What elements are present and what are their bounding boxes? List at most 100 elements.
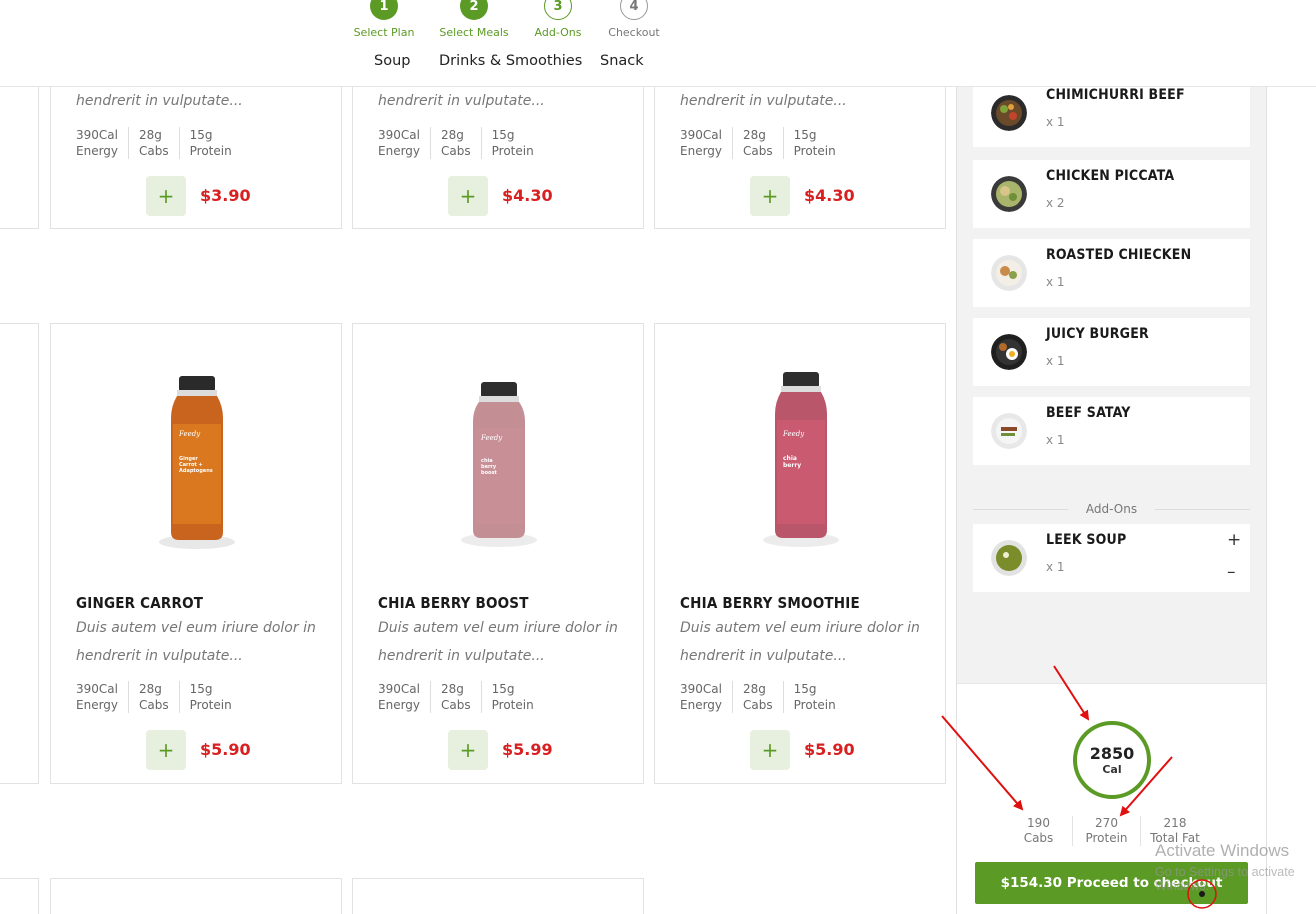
product-description: hendrerit in vulputate... — [680, 93, 847, 109]
cart-item-qty: x 1 — [1046, 115, 1065, 129]
soup-thumbnail-icon — [991, 540, 1027, 576]
page-root: 1 Select Plan 2 Select Meals 3 Add-Ons 4… — [0, 0, 1316, 914]
nutrition-protein: 15g Protein — [491, 128, 534, 158]
step-label: Select Plan — [353, 26, 415, 39]
addon-item[interactable]: LEEK SOUP x 1 + – — [973, 524, 1250, 592]
cart-item[interactable]: CHICKEN PICCATA x 2 — [973, 160, 1250, 228]
svg-text:Feedy: Feedy — [178, 430, 201, 438]
cart-item[interactable]: BEEF SATAY x 1 — [973, 397, 1250, 465]
divider-line — [1155, 509, 1250, 510]
product-description: hendrerit in vulputate... — [76, 93, 243, 109]
svg-text:Feedy: Feedy — [480, 434, 503, 442]
nutrition-info: 390Cal Energy 28g Cabs 15g Protein — [76, 681, 252, 713]
calorie-ring: 2850 Cal — [1073, 721, 1151, 799]
product-card — [50, 878, 342, 914]
nutrition-carbs: 28g Cabs — [139, 127, 180, 159]
nutrition-protein: 15g Protein — [189, 128, 232, 158]
add-to-cart-button[interactable]: + — [448, 176, 488, 216]
meal-thumbnail-icon — [991, 255, 1027, 291]
product-card-partial — [0, 323, 39, 784]
product-price: $4.30 — [804, 186, 855, 205]
nutrition-protein: 15g Protein — [491, 682, 534, 712]
cart-item-name: JUICY BURGER — [1046, 326, 1149, 342]
svg-text:berry: berry — [783, 462, 801, 469]
meal-thumbnail-icon — [991, 95, 1027, 131]
svg-text:Feedy: Feedy — [782, 430, 805, 438]
step-number: 2 — [460, 0, 488, 20]
cart-item[interactable]: ROASTED CHIECKEN x 1 — [973, 239, 1250, 307]
nutrition-carbs: 28g Cabs — [441, 681, 482, 713]
addons-divider: Add-Ons — [973, 501, 1250, 519]
product-card-ginger-carrot: Feedy Ginger Carrot + Adaptogens GINGER … — [50, 323, 342, 784]
category-tab-snack[interactable]: Snack — [600, 53, 644, 69]
chia-berry-smoothie-bottle-image: Feedy chia berry — [763, 372, 839, 547]
nutrition-info: 390Cal Energy 28g Cabs 15g Protein — [680, 127, 856, 159]
cart-item-name: CHIMICHURRI BEEF — [1046, 87, 1185, 103]
product-card — [352, 878, 644, 914]
product-card: hendrerit in vulputate... 390Cal Energy 2… — [50, 70, 342, 229]
calorie-unit: Cal — [1102, 762, 1122, 776]
add-to-cart-button[interactable]: + — [750, 730, 790, 770]
nutrition-info: 390Cal Energy 28g Cabs 15g Protein — [76, 127, 252, 159]
cart-item-qty: x 1 — [1046, 433, 1065, 447]
product-price: $3.90 — [200, 186, 251, 205]
nutrition-info: 390Cal Energy 28g Cabs 15g Protein — [680, 681, 856, 713]
product-price: $4.30 — [502, 186, 553, 205]
decrease-qty-button[interactable]: – — [1227, 562, 1236, 582]
addon-item-qty: x 1 — [1046, 560, 1065, 574]
step-label: Checkout — [608, 26, 660, 39]
nutrition-energy: 390Cal Energy — [378, 681, 432, 713]
cart-item-qty: x 1 — [1046, 354, 1065, 368]
nutrition-carbs: 28g Cabs — [441, 127, 482, 159]
nutrition-info: 390Cal Energy 28g Cabs 15g Protein — [378, 681, 554, 713]
nutrition-energy: 390Cal Energy — [76, 127, 130, 159]
add-to-cart-button[interactable]: + — [750, 176, 790, 216]
ginger-carrot-bottle-image: Feedy Ginger Carrot + Adaptogens — [159, 376, 235, 549]
nutrition-protein: 15g Protein — [189, 682, 232, 712]
nutrition-protein: 15g Protein — [793, 682, 836, 712]
product-description: Duis autem vel eum iriure dolor in hendr… — [76, 620, 316, 664]
category-tab-drinks-smoothies[interactable]: Drinks & Smoothies — [439, 53, 582, 69]
cart-item-name: ROASTED CHIECKEN — [1046, 247, 1192, 263]
add-to-cart-button[interactable]: + — [146, 176, 186, 216]
product-price: $5.90 — [200, 740, 251, 759]
activate-windows-watermark: Activate Windows — [1155, 841, 1290, 860]
meal-thumbnail-icon — [991, 413, 1027, 449]
product-price: $5.90 — [804, 740, 855, 759]
product-card-chia-berry-boost: Feedy chia berry boost CHIA BERRY BOOST … — [352, 323, 644, 784]
nutrition-energy: 390Cal Energy — [76, 681, 130, 713]
product-name: GINGER CARROT — [76, 594, 204, 612]
cart-item-qty: x 2 — [1046, 196, 1065, 210]
step-label: Select Meals — [439, 26, 509, 39]
cart-item[interactable]: CHIMICHURRI BEEF x 1 — [973, 79, 1250, 147]
nutrition-energy: 390Cal Energy — [378, 127, 432, 159]
meal-thumbnail-icon — [991, 176, 1027, 212]
nutrition-carbs: 28g Cabs — [743, 681, 784, 713]
svg-text:Adaptogens: Adaptogens — [179, 468, 213, 474]
cart-item-name: BEEF SATAY — [1046, 405, 1131, 421]
svg-text:boost: boost — [481, 470, 497, 476]
add-to-cart-button[interactable]: + — [448, 730, 488, 770]
category-tab-soup[interactable]: Soup — [374, 53, 410, 69]
nutrition-energy: 390Cal Energy — [680, 127, 734, 159]
total-calories: 2850 — [1089, 743, 1135, 763]
product-card-chia-berry-smoothie: Feedy chia berry CHIA BERRY SMOOTHIE Dui… — [654, 323, 946, 784]
product-name: CHIA BERRY SMOOTHIE — [680, 594, 860, 612]
chia-berry-boost-bottle-image: Feedy chia berry boost — [461, 382, 537, 547]
increase-qty-button[interactable]: + — [1227, 530, 1241, 550]
add-to-cart-button[interactable]: + — [146, 730, 186, 770]
step-select-plan[interactable]: 1 Select Plan — [339, 0, 429, 39]
nutrition-protein: 15g Protein — [793, 128, 836, 158]
cart-item[interactable]: JUICY BURGER x 1 — [973, 318, 1250, 386]
step-number: 3 — [544, 0, 572, 20]
step-checkout[interactable]: 4 Checkout — [589, 0, 679, 39]
product-name: CHIA BERRY BOOST — [378, 594, 529, 612]
step-number: 1 — [370, 0, 398, 20]
nutrition-info: 390Cal Energy 28g Cabs 15g Protein — [378, 127, 554, 159]
svg-text:chia: chia — [783, 455, 797, 462]
step-select-meals[interactable]: 2 Select Meals — [429, 0, 519, 39]
product-card-partial — [0, 878, 39, 914]
product-card-partial — [0, 70, 39, 229]
product-card: hendrerit in vulputate... 390Cal Energy 2… — [352, 70, 644, 229]
cart-item-qty: x 1 — [1046, 275, 1065, 289]
